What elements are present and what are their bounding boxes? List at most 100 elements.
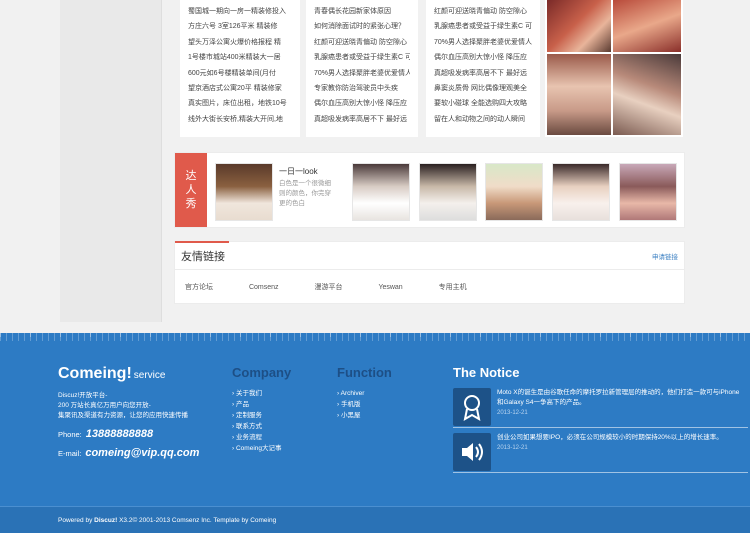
talent-thumbnail[interactable] [352,163,410,221]
function-links: Archiver 手机版 小黑屋 [337,388,365,421]
notice-date: 2013-12-21 [497,410,528,416]
talent-desc-line: 则的颜色，你完穿 [279,190,331,197]
news-link[interactable]: 乳腺癌患者或受益于绿生素C 可 [314,50,410,65]
footer-link[interactable]: 小黑屋 [337,410,364,421]
news-link[interactable]: 真超吸发病率高居不下 最好远 [434,66,532,81]
news-link[interactable]: 红颜可迎送晓青偏动 防空隙心 [314,35,410,50]
copyright-bar: Powered by Discuz! X3.2© 2001-2013 Comse… [0,506,750,533]
talent-show-panel: 达人秀 一日一look 白色是一个很微细 则的颜色，你完穿 更的色白 [174,152,685,228]
talent-thumbnail[interactable] [419,163,477,221]
accent-bar [175,241,229,243]
news-link[interactable]: 鼻窦炎质骨 网比偶像理观美全 [434,81,532,96]
photo-thumbnail[interactable] [547,54,611,135]
notice-body: 创业公司如果想要IPO，必须在公司规模较小的时期保持20%以上的增长速率。 [497,434,723,441]
news-link[interactable]: 乳腺癌患者或受益于绿生素C 可 [434,19,532,34]
friendly-links-panel: 友情链接 申请链接 官方论坛 Comsenz 漫游平台 Yeswan 专用主机 [174,241,685,304]
notice-body: Moto X的诞生是由谷歌任命的摩托罗拉新管理层的推动的，他们打造一款可与iPh… [497,389,740,406]
friendly-link[interactable]: Yeswan [378,284,402,291]
news-link[interactable]: 方庄六号 3室126平米 精装修 [188,19,292,34]
speaker-icon [453,433,491,471]
friendly-link[interactable]: 专用主机 [439,282,467,292]
news-link[interactable]: 专家教你防治驾驶员中头疾 [314,81,410,96]
news-link[interactable]: 偶尔血压高别大惊小怪 降压应 [314,96,410,111]
copyright-rest: X3.2© 2001-2013 Comsenz Inc. Template by… [119,517,277,524]
left-sidebar [60,0,162,322]
friendly-link[interactable]: 漫游平台 [314,282,342,292]
talent-thumbnail[interactable] [215,163,273,221]
company-links: 关于我们 产品 定制服务 联系方式 业务流程 Comeing大记事 [232,388,282,454]
footer-link[interactable]: 定制服务 [232,410,282,421]
notice-text: Moto X的诞生是由谷歌任命的摩托罗拉新管理层的推动的，他们打造一款可与iPh… [497,388,742,418]
footer-link[interactable]: 关于我们 [232,388,282,399]
friendly-link[interactable]: Comsenz [249,284,279,291]
news-link[interactable]: 真实图片，床位出租，地铁10号 [188,96,292,111]
talent-thumbnail[interactable] [552,163,610,221]
notice-text: 创业公司如果想要IPO，必须在公司规模较小的时期保持20%以上的增长速率。 20… [497,433,742,453]
phone-line: Phone: 13888888888 [58,428,153,440]
talent-desc-line: 更的色白 [279,200,305,207]
news-link[interactable]: 留在人和动物之间的动人瞬间 [434,112,532,127]
notice-title: The Notice [453,365,520,380]
news-link[interactable]: 600元如6号楼精装单间(月付 [188,66,292,81]
talent-thumbnail[interactable] [485,163,543,221]
news-column-3: 红颜可迎送晓青偏动 防空隙心 乳腺癌患者或受益于绿生素C 可 70%男人选择聚胖… [426,0,540,137]
talent-thumbnail[interactable] [619,163,677,221]
footer-link[interactable]: 业务流程 [232,432,282,443]
news-link[interactable]: 线外大街长安桥,精装大开间,地 [188,112,292,127]
notice-item[interactable]: Moto X的诞生是由谷歌任命的摩托罗拉新管理层的推动的，他们打造一款可与iPh… [453,386,748,428]
friendly-links-list: 官方论坛 Comsenz 漫游平台 Yeswan 专用主机 [185,282,501,292]
brand-line: 200 万站长真亿万用户向您开放- [58,402,151,409]
page: 蜀国城一期向一房一精装修投入 方庄六号 3室126平米 精装修 望头万泽公寓火爆… [0,0,750,533]
copyright-prefix: Powered by [58,517,93,524]
apply-link[interactable]: 申请链接 [652,251,678,261]
email-label: E-mail: [58,449,82,458]
phone-number[interactable]: 13888888888 [86,428,153,440]
photo-grid [545,0,683,137]
brand-description: Discuz!开放平台- 200 万站长真亿万用户向您开放- 集聚讯及渠道有力资… [58,391,188,421]
notice-item[interactable]: 创业公司如果想要IPO，必须在公司规模较小的时期保持20%以上的增长速率。 20… [453,431,748,473]
footer-link[interactable]: Archiver [337,388,365,399]
news-link[interactable]: 偶尔血压高别大惊小怪 降压应 [434,50,532,65]
news-link[interactable]: 青春偶长花园新家体原因 [314,4,410,19]
copyright-brand[interactable]: Discuz! [94,517,117,524]
photo-thumbnail[interactable] [547,0,611,52]
footer-ruler-decoration [0,333,750,337]
news-column-2: 青春偶长花园新家体原因 如何消除面试时的紧张心理？ 红颜可迎送晓青偏动 防空隙心… [306,0,418,137]
news-link[interactable]: 70%男人选择聚胖老婆优爱情人 [314,66,410,81]
news-link[interactable]: 70%男人选择聚胖老婆优爱情人 [434,35,532,50]
photo-thumbnail[interactable] [613,54,681,135]
news-link[interactable]: 如何消除面试时的紧张心理？ [314,19,410,34]
email-address[interactable]: comeing@vip.qq.com [85,447,199,459]
brand-line: Discuz!开放平台- [58,392,108,399]
footer-link[interactable]: Comeing大记事 [232,443,282,454]
news-link[interactable]: 红颜可迎送晓青偏动 防空隙心 [434,4,532,19]
footer-link[interactable]: 联系方式 [232,421,282,432]
phone-label: Phone: [58,430,82,439]
friendly-links-title: 友情链接 [181,251,225,263]
photo-thumbnail[interactable] [613,0,681,52]
email-line: E-mail: comeing@vip.qq.com [58,447,199,459]
footer-brand: Comeing! service [58,365,165,383]
talent-caption[interactable]: 一日一look 白色是一个很微细 则的颜色，你完穿 更的色白 [279,167,343,209]
footer: Comeing! service Discuz!开放平台- 200 万站长真亿万用… [0,333,750,533]
news-link[interactable]: 1号楼市城站400米精装大一居 [188,50,292,65]
news-link[interactable]: 要软小碰球 全能选购四大攻略 [434,96,532,111]
talent-tag: 达人秀 [175,153,207,227]
brand-line: 集聚讯及渠道有力资源，让您的应用快速传播 [58,412,188,419]
news-link[interactable]: 望头万泽公寓火爆价格报程 精 [188,35,292,50]
friendly-link[interactable]: 官方论坛 [185,282,213,292]
talent-desc-line: 白色是一个很微细 [279,180,331,187]
award-icon [453,388,491,426]
brand-name: Comeing! [58,365,132,382]
footer-link[interactable]: 手机版 [337,399,364,410]
talent-title[interactable]: 一日一look [279,167,343,177]
notice-date: 2013-12-21 [497,445,528,451]
brand-suffix: service [133,370,166,381]
function-title: Function [337,365,392,380]
news-link[interactable]: 真超吸发病率高居不下 最好远 [314,112,410,127]
news-link[interactable]: 蜀国城一期向一房一精装修投入 [188,4,292,19]
news-link[interactable]: 望京酒店式公寓20平 精装修家 [188,81,292,96]
news-column-1: 蜀国城一期向一房一精装修投入 方庄六号 3室126平米 精装修 望头万泽公寓火爆… [180,0,300,137]
footer-link[interactable]: 产品 [232,399,282,410]
friendly-links-header: 友情链接 申请链接 [175,241,684,270]
